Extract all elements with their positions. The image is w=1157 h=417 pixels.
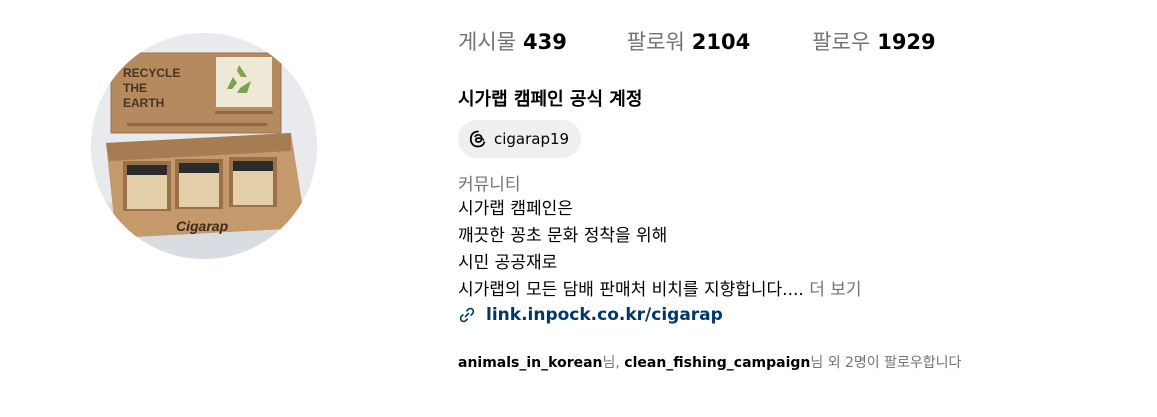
stat-posts-label: 게시물 [458, 30, 516, 54]
stat-posts: 게시물 439 [458, 26, 567, 56]
threads-icon [468, 129, 488, 149]
more-button[interactable]: 더 보기 [804, 280, 861, 300]
stats-row: 게시물 439 팔로워 2104 팔로우 1929 [458, 26, 996, 56]
threads-badge[interactable]: cigarap19 [458, 120, 582, 158]
bio-line: 시가랩 캠페인은 [458, 199, 573, 219]
stat-followers-value: 2104 [691, 30, 751, 54]
followed-by-rest: 님 외 2명이 팔로우합니다 [810, 355, 962, 371]
follower-username-2[interactable]: clean_fishing_campaign [624, 355, 810, 371]
box-brand-label: Cigarap [176, 218, 229, 234]
display-name: 시가랩 캠페인 공식 계정 [458, 89, 643, 110]
followed-by[interactable]: animals_in_korean님, clean_fishing_campai… [458, 352, 961, 372]
bio: 시가랩 캠페인은 깨끗한 꽁초 문화 정착을 위해 시민 공공재로 시가랩의 모… [458, 196, 862, 304]
box-title-3: EARTH [123, 96, 164, 110]
category-label: 커뮤니티 [458, 175, 521, 195]
stat-followers-label: 팔로워 [626, 30, 685, 54]
box-title-1: RECYCLE [123, 66, 180, 80]
avatar[interactable]: RECYCLE THE EARTH Cigarap [91, 33, 317, 259]
external-link[interactable]: link.inpock.co.kr/cigarap [458, 305, 723, 325]
bio-line-text: 시가랩의 모든 담배 판매처 비치를 지향합니다.... [458, 280, 804, 300]
stat-following-label: 팔로우 [812, 30, 871, 54]
stat-following[interactable]: 팔로우 1929 [812, 26, 935, 56]
bio-line: 깨끗한 꽁초 문화 정착을 위해 [458, 226, 668, 246]
avatar-photo: RECYCLE THE EARTH Cigarap [91, 33, 317, 259]
threads-handle: cigarap19 [494, 130, 570, 148]
followed-by-sep: 님, [602, 355, 625, 371]
link-icon [458, 306, 476, 324]
stat-posts-value: 439 [522, 30, 567, 54]
box-title-2: THE [123, 81, 147, 95]
stat-following-value: 1929 [877, 30, 936, 54]
external-link-text: link.inpock.co.kr/cigarap [486, 305, 723, 325]
stat-followers[interactable]: 팔로워 2104 [627, 26, 750, 56]
follower-username-1[interactable]: animals_in_korean [458, 355, 603, 371]
profile-header: RECYCLE THE EARTH Cigarap 게시물 439 팔로워 21… [0, 0, 1157, 417]
bio-line: 시민 공공재로 [458, 253, 558, 273]
bio-line-last: 시가랩의 모든 담배 판매처 비치를 지향합니다.... 더 보기 [458, 277, 862, 304]
